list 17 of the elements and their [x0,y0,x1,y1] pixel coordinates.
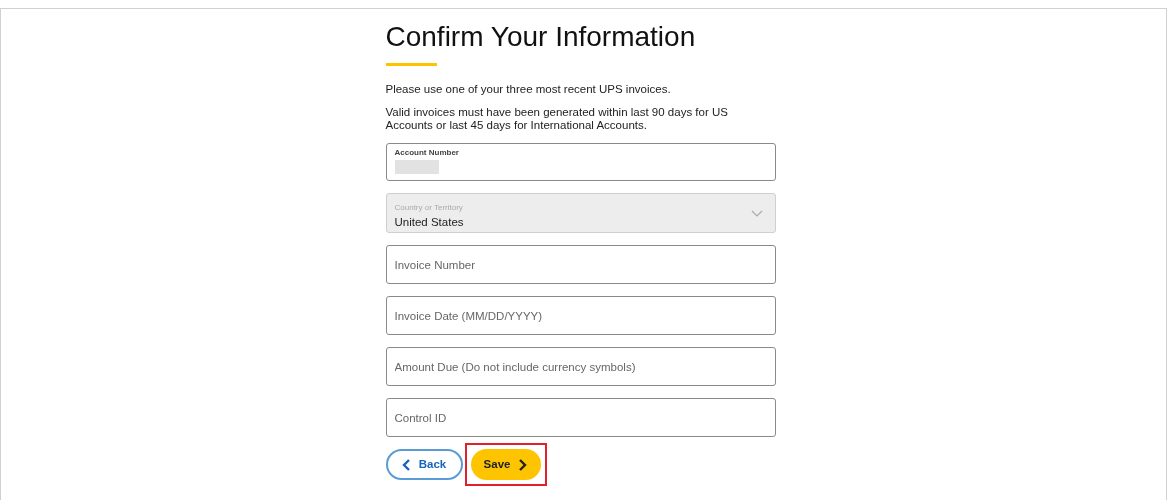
text-field[interactable]: Invoice Number [385,245,776,284]
redacted-value [394,160,439,174]
title-underline [385,63,437,66]
text-field[interactable]: Control ID [385,398,776,437]
select-value: United States [394,216,464,229]
chevron-right-icon [518,458,528,471]
text-field[interactable]: Amount Due (Do not include currency symbols) [385,347,776,386]
account-number-field[interactable]: Account Number [385,143,776,181]
back-button[interactable]: Back [385,449,463,480]
chevron-left-icon [401,458,411,471]
save-button[interactable]: Save [470,449,541,480]
page-title: Confirm Your Information [385,23,697,51]
text-field[interactable]: Invoice Date (MM/DD/YYYY) [385,296,776,335]
chevron-down-icon [750,208,763,218]
field-label: Account Number [394,149,459,157]
instruction-text: Valid invoices must have been generated within last 90 days for US Accounts or last 45 days for International Accounts. [385,106,729,132]
instruction-text: Please use one of your three most recent UPS invoices. [385,83,672,96]
